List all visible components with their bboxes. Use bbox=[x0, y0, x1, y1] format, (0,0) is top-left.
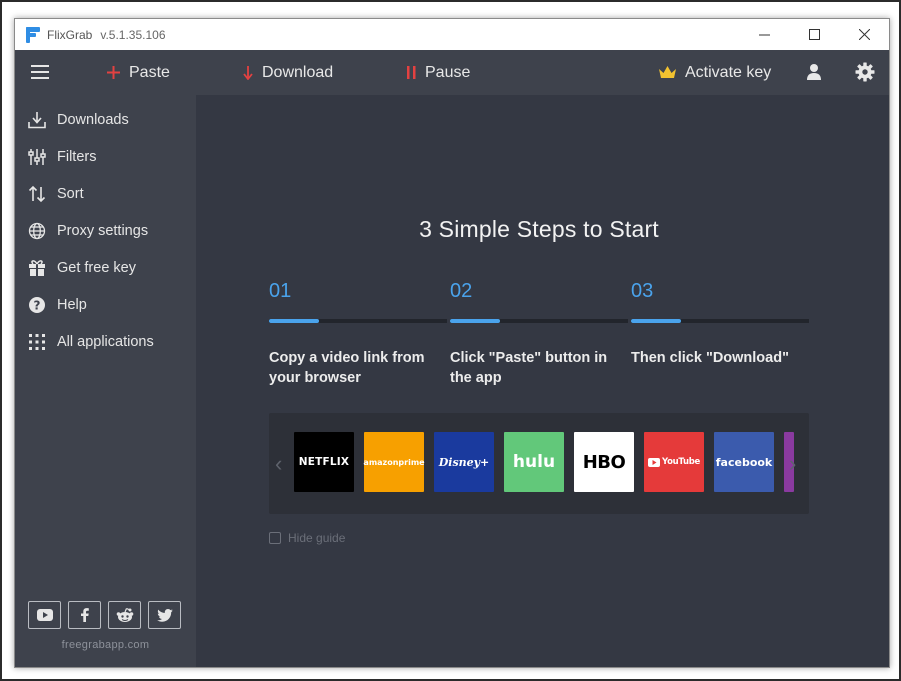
filters-sliders-icon bbox=[27, 147, 47, 167]
youtube-logo-text: YouTube bbox=[662, 457, 700, 467]
step-progress-track bbox=[450, 319, 628, 323]
netflix-logo-text: NETFLIX bbox=[298, 456, 350, 468]
sidebar-item-label: Sort bbox=[57, 186, 84, 202]
amazon-prime-logo-text: amazonprime bbox=[363, 457, 425, 467]
close-button[interactable] bbox=[839, 19, 889, 50]
svg-text:?: ? bbox=[34, 299, 41, 313]
checkbox-box[interactable] bbox=[269, 532, 281, 544]
reddit-social-button[interactable] bbox=[108, 601, 141, 629]
main-content: 3 Simple Steps to Start 01 Copy a video … bbox=[196, 95, 889, 667]
sidebar-item-proxy-settings[interactable]: Proxy settings bbox=[27, 220, 148, 242]
reddit-icon bbox=[116, 607, 133, 622]
step-text: Click "Paste" button in the app bbox=[450, 350, 608, 386]
services-carousel: ‹ NETFLIX amazonprime Disney+ hulu HBO Y… bbox=[269, 413, 809, 514]
disney-plus-logo-tile[interactable]: Disney+ bbox=[434, 432, 494, 492]
menu-icon[interactable] bbox=[31, 65, 49, 79]
sidebar-item-help[interactable]: ? Help bbox=[27, 294, 87, 316]
step-2: 02 Click "Paste" button in the app bbox=[450, 280, 631, 388]
plus-icon bbox=[107, 66, 120, 79]
title-bar: FlixGrab v.5.1.35.106 bbox=[15, 19, 889, 50]
globe-icon bbox=[27, 221, 47, 241]
carousel-prev-icon[interactable]: ‹ bbox=[275, 451, 282, 477]
youtube-social-button[interactable] bbox=[28, 601, 61, 629]
app-title: FlixGrab bbox=[47, 27, 93, 42]
sidebar-item-label: Get free key bbox=[57, 260, 136, 276]
youtube-play-icon bbox=[648, 457, 661, 467]
step-progress-track bbox=[631, 319, 809, 323]
youtube-icon bbox=[36, 609, 53, 621]
hbo-logo-tile[interactable]: HBO bbox=[574, 432, 634, 492]
step-progress-track bbox=[269, 319, 447, 323]
step-number: 01 bbox=[269, 280, 292, 302]
website-link[interactable]: freegrabapp.com bbox=[15, 639, 196, 651]
activate-key-label: Activate key bbox=[685, 63, 772, 81]
user-account-icon[interactable] bbox=[805, 63, 823, 81]
carousel-next-icon[interactable]: › bbox=[789, 451, 796, 477]
app-version: v.5.1.35.106 bbox=[100, 27, 166, 42]
step-3: 03 Then click "Download" bbox=[631, 280, 812, 368]
sidebar-item-label: Filters bbox=[57, 149, 97, 165]
toolbar: Paste Download Pause Activate key bbox=[15, 50, 889, 95]
amazon-prime-logo-tile[interactable]: amazonprime bbox=[363, 432, 425, 492]
app-window: FlixGrab v.5.1.35.106 Paste Download Pau… bbox=[14, 18, 890, 668]
activate-key-button[interactable]: Activate key bbox=[659, 50, 771, 95]
maximize-button[interactable] bbox=[789, 19, 839, 50]
minimize-button[interactable] bbox=[739, 19, 789, 50]
hulu-logo-text: hulu bbox=[512, 452, 556, 472]
settings-gear-icon[interactable] bbox=[855, 62, 875, 82]
sidebar: Downloads Filters Sort Proxy settings Ge… bbox=[15, 95, 196, 667]
youtube-logo-tile[interactable]: YouTube bbox=[644, 432, 704, 492]
maximize-icon bbox=[808, 29, 820, 40]
arrow-down-icon bbox=[243, 65, 253, 80]
twitter-icon bbox=[156, 608, 173, 622]
download-tray-icon bbox=[27, 110, 47, 130]
sidebar-item-label: Help bbox=[57, 297, 87, 313]
twitter-social-button[interactable] bbox=[148, 601, 181, 629]
step-progress-fill bbox=[269, 319, 319, 323]
facebook-logo-tile[interactable]: facebook bbox=[714, 432, 774, 492]
step-text: Then click "Download" bbox=[631, 350, 789, 366]
sort-arrows-icon bbox=[27, 184, 47, 204]
guide-headline: 3 Simple Steps to Start bbox=[419, 216, 659, 242]
sidebar-item-get-free-key[interactable]: Get free key bbox=[27, 257, 136, 279]
facebook-logo-text: facebook bbox=[715, 455, 773, 469]
sidebar-item-label: Downloads bbox=[57, 112, 129, 128]
gift-icon bbox=[27, 258, 47, 278]
paste-button[interactable]: Paste bbox=[107, 50, 170, 95]
paste-label: Paste bbox=[129, 63, 170, 81]
flixgrab-logo-icon bbox=[26, 26, 40, 43]
sidebar-item-label: Proxy settings bbox=[57, 223, 149, 239]
help-icon: ? bbox=[27, 295, 47, 315]
sidebar-item-label: All applications bbox=[57, 334, 154, 350]
download-label: Download bbox=[262, 63, 334, 81]
pause-label: Pause bbox=[425, 63, 471, 81]
screenshot-frame: FlixGrab v.5.1.35.106 Paste Download Pau… bbox=[0, 0, 901, 681]
minimize-icon bbox=[758, 34, 770, 36]
step-1: 01 Copy a video link from your browser bbox=[269, 280, 450, 388]
sidebar-item-downloads[interactable]: Downloads bbox=[27, 109, 129, 131]
hulu-logo-tile[interactable]: hulu bbox=[504, 432, 564, 492]
facebook-social-button[interactable] bbox=[68, 601, 101, 629]
window-controls bbox=[739, 19, 889, 50]
sidebar-item-sort[interactable]: Sort bbox=[27, 183, 84, 205]
step-text: Copy a video link from your browser bbox=[269, 350, 425, 386]
step-number: 02 bbox=[450, 280, 473, 302]
pause-button[interactable]: Pause bbox=[407, 50, 470, 95]
grid-dots-icon bbox=[27, 332, 47, 352]
download-button[interactable]: Download bbox=[243, 50, 333, 95]
netflix-logo-tile[interactable]: NETFLIX bbox=[294, 432, 354, 492]
hide-guide-checkbox[interactable]: Hide guide bbox=[269, 531, 345, 545]
close-icon bbox=[858, 29, 870, 40]
step-progress-fill bbox=[450, 319, 500, 323]
pause-icon bbox=[407, 66, 416, 79]
step-progress-fill bbox=[631, 319, 681, 323]
disney-plus-logo-text: Disney+ bbox=[438, 455, 490, 469]
crown-icon bbox=[659, 66, 676, 79]
sidebar-item-filters[interactable]: Filters bbox=[27, 146, 96, 168]
sidebar-item-all-applications[interactable]: All applications bbox=[27, 331, 154, 353]
facebook-icon bbox=[80, 608, 89, 622]
hide-guide-label: Hide guide bbox=[288, 531, 346, 545]
step-number: 03 bbox=[631, 280, 654, 302]
hbo-logo-text: HBO bbox=[582, 451, 626, 473]
